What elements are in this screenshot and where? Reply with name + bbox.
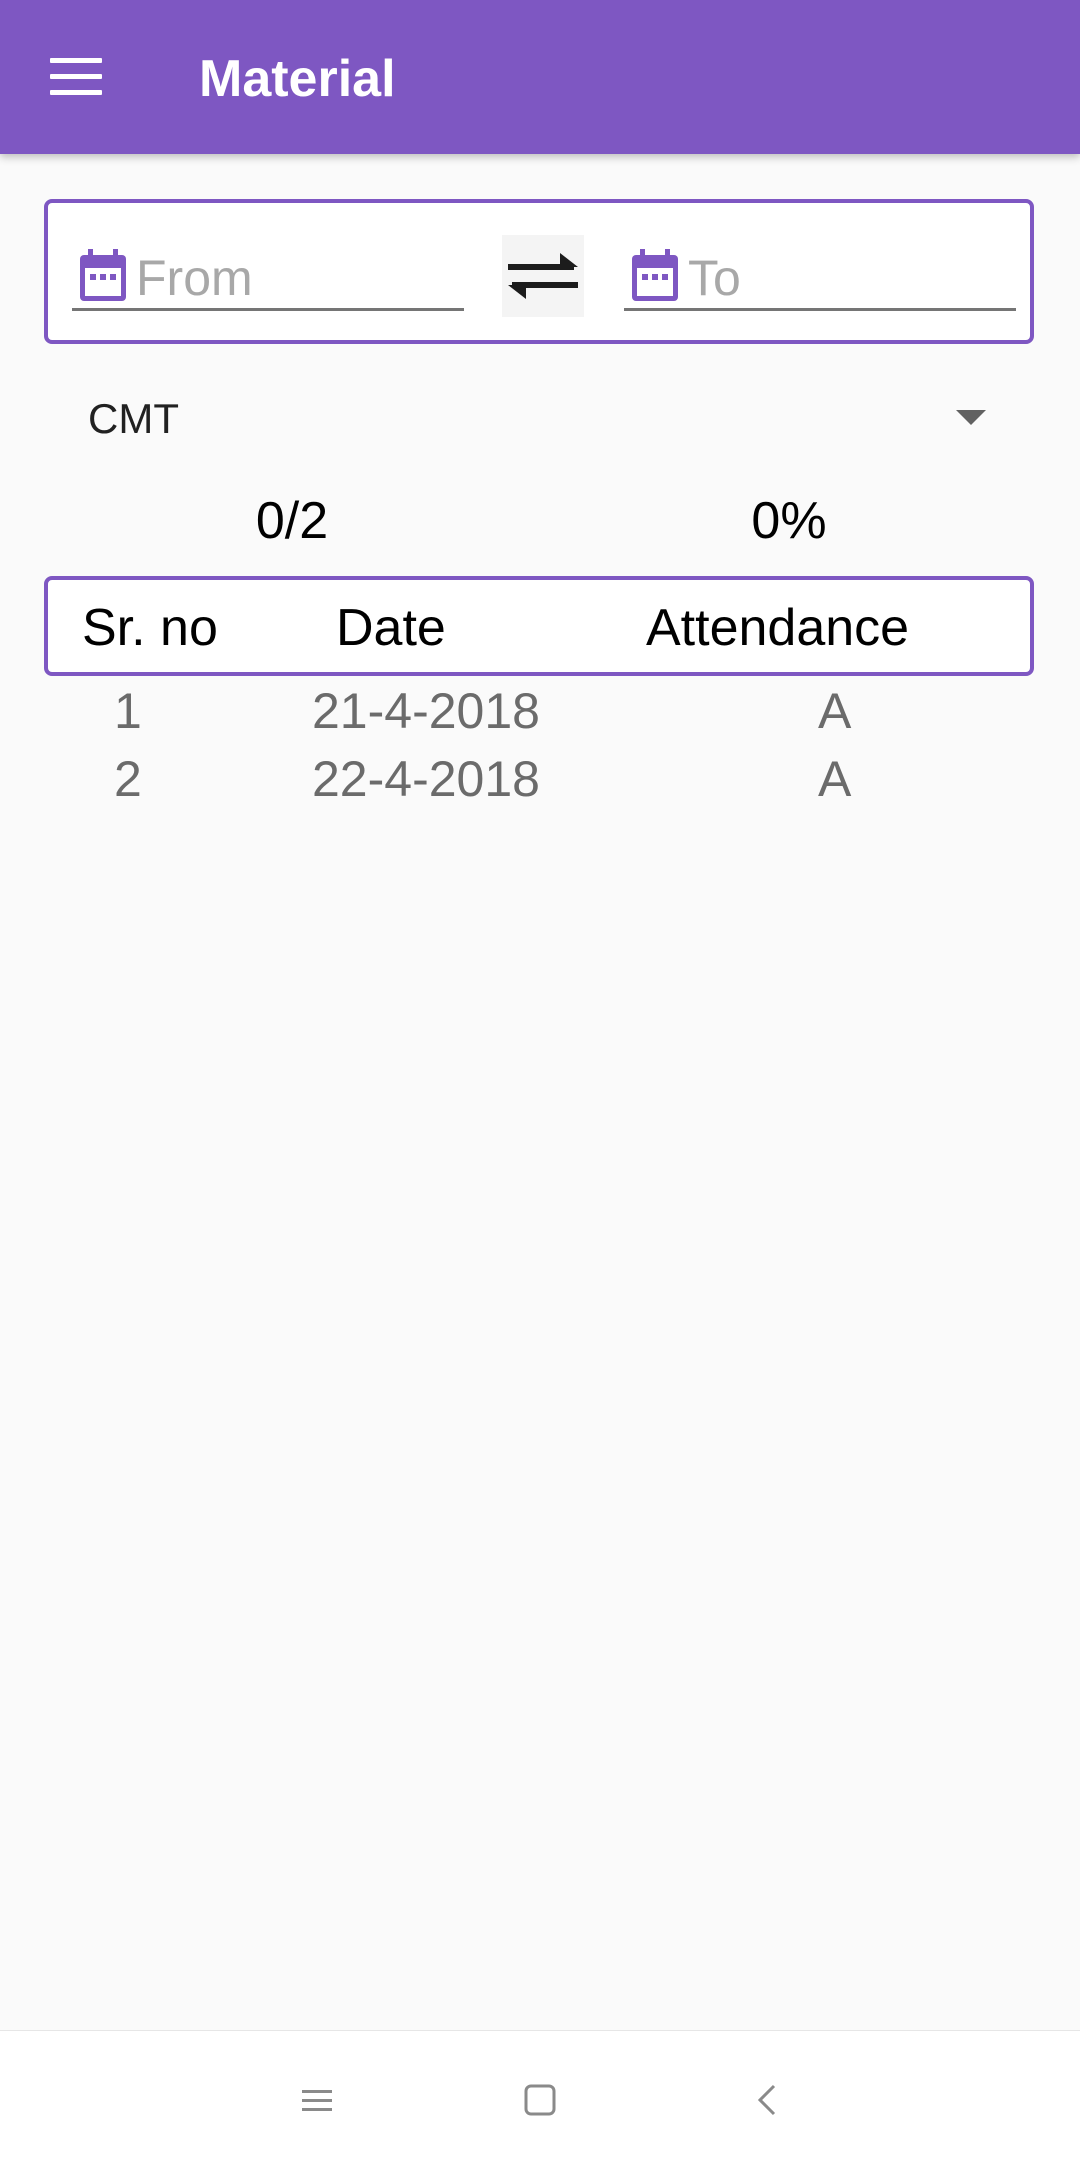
- date-range-card: From To: [44, 199, 1034, 344]
- calendar-icon: [632, 249, 678, 301]
- table-row: 1 21-4-2018 A: [44, 680, 1034, 746]
- calendar-icon: [80, 249, 126, 301]
- back-button[interactable]: [732, 2065, 802, 2135]
- cell-date: 22-4-2018: [312, 751, 540, 807]
- page-title: Material: [199, 50, 396, 108]
- recent-apps-icon: [302, 2090, 332, 2111]
- home-icon: [524, 2084, 556, 2116]
- back-icon: [757, 2084, 776, 2116]
- app-bar: Material: [0, 0, 1080, 154]
- to-date-field[interactable]: To: [624, 241, 1016, 311]
- from-placeholder: From: [136, 250, 253, 306]
- cell-attendance: A: [818, 683, 852, 739]
- cell-date: 21-4-2018: [312, 683, 540, 739]
- subject-dropdown[interactable]: CMT: [44, 380, 1034, 456]
- from-date-field[interactable]: From: [72, 241, 464, 311]
- column-header-attendance: Attendance: [646, 599, 910, 657]
- system-navigation-bar: [0, 2030, 1080, 2161]
- subject-selected-value: CMT: [88, 395, 179, 442]
- swap-arrows-icon: [508, 253, 578, 299]
- dropdown-arrow-icon: [956, 410, 986, 425]
- home-button[interactable]: [505, 2065, 575, 2135]
- to-underline: [624, 308, 1016, 311]
- cell-attendance: A: [818, 751, 852, 807]
- column-header-date: Date: [336, 599, 446, 657]
- column-header-sr-no: Sr. no: [82, 599, 218, 657]
- cell-sr-no: 2: [114, 751, 142, 807]
- hamburger-menu-icon[interactable]: [50, 57, 104, 97]
- table-header: Sr. no Date Attendance: [44, 576, 1034, 676]
- table-row: 2 22-4-2018 A: [44, 748, 1034, 814]
- attendance-percent: 0%: [751, 492, 827, 550]
- from-underline: [72, 308, 464, 311]
- cell-sr-no: 1: [114, 683, 142, 739]
- to-placeholder: To: [688, 250, 741, 306]
- recent-apps-button[interactable]: [282, 2065, 352, 2135]
- attendance-count: 0/2: [255, 492, 329, 550]
- swap-dates-button[interactable]: [502, 235, 584, 317]
